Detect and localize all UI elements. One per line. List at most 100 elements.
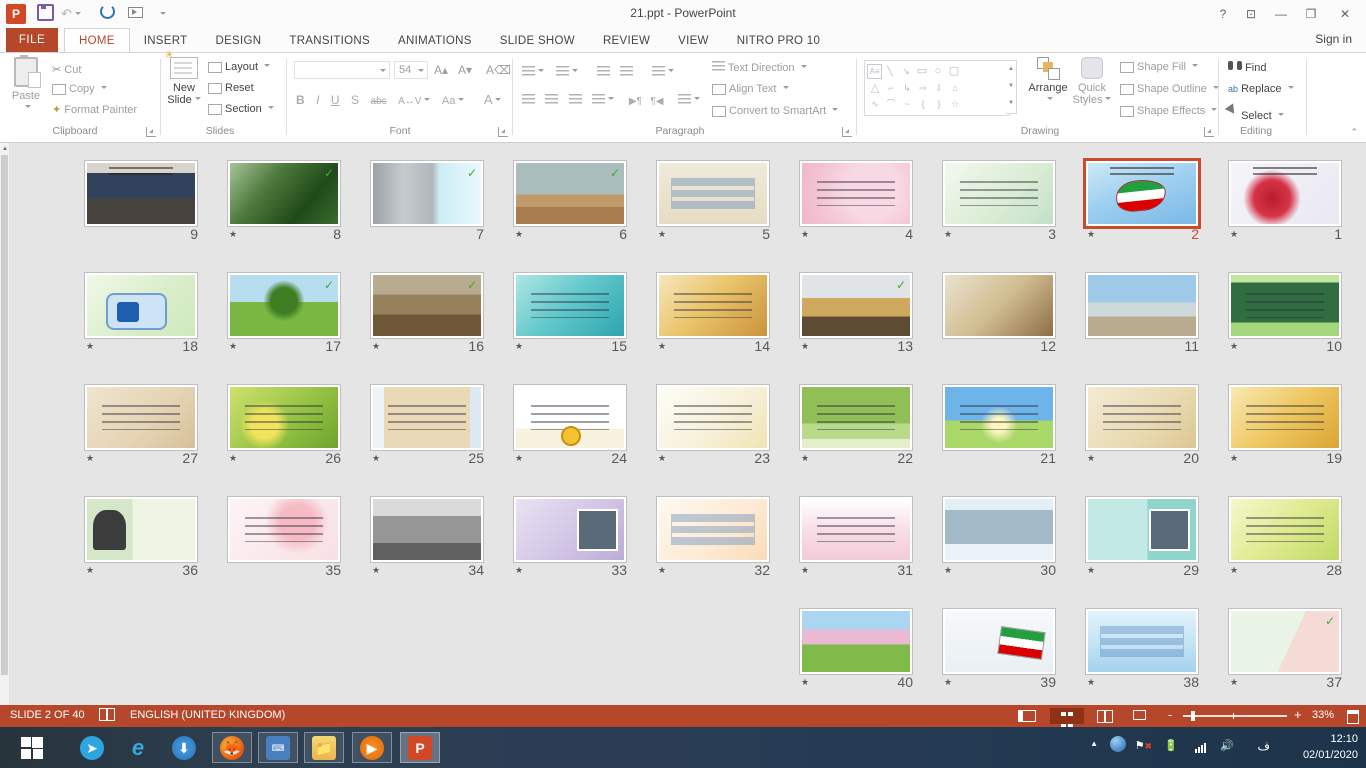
show-hidden-icons-button[interactable]: ▲: [1090, 739, 1098, 748]
right-brace-shape-icon[interactable]: }: [931, 98, 947, 111]
paste-button[interactable]: Paste: [8, 57, 44, 114]
slide-thumbnail-22[interactable]: [799, 384, 913, 451]
rounded-rectangle-shape-icon[interactable]: ▢: [946, 65, 962, 78]
slide-thumbnail-36[interactable]: [84, 496, 198, 563]
slide-thumbnail-27[interactable]: [84, 384, 198, 451]
animation-star-indicator[interactable]: ★: [1230, 229, 1238, 240]
animation-star-indicator[interactable]: ★: [1230, 565, 1238, 576]
animation-star-indicator[interactable]: ★: [658, 341, 666, 352]
fit-slide-to-window-button[interactable]: [1344, 708, 1362, 724]
minimize-button[interactable]: —: [1268, 4, 1294, 24]
slide-thumbnail-15[interactable]: [513, 272, 627, 339]
reset-button[interactable]: Reset: [208, 82, 254, 94]
slide-thumbnail-32[interactable]: [656, 496, 770, 563]
animation-star-indicator[interactable]: ★: [1230, 453, 1238, 464]
zoom-percentage[interactable]: 33%: [1312, 709, 1334, 721]
input-language-indicator[interactable]: ف: [1258, 739, 1270, 753]
pentagon-shape-icon[interactable]: ⌂: [947, 82, 963, 95]
animation-star-indicator[interactable]: ★: [801, 677, 809, 688]
shapes-gallery-scroll[interactable]: ▲▼▼: [1006, 60, 1017, 114]
tab-review[interactable]: REVIEW: [589, 29, 664, 53]
curve-shape-icon[interactable]: ~: [899, 98, 915, 111]
zoom-out-button[interactable]: -: [1168, 707, 1172, 722]
power-battery-icon[interactable]: 🔋: [1164, 739, 1178, 752]
animation-star-indicator[interactable]: ★: [801, 565, 809, 576]
action-center-flag-icon[interactable]: ⚑✖: [1135, 739, 1152, 752]
slide-thumbnail-12[interactable]: [942, 272, 1056, 339]
animation-star-indicator[interactable]: ★: [801, 229, 809, 240]
line-spacing-button[interactable]: [652, 66, 665, 76]
text-direction-button[interactable]: Text Direction: [712, 61, 807, 74]
animation-star-indicator[interactable]: ★: [372, 565, 380, 576]
taskbar-file-explorer[interactable]: 📁: [304, 732, 344, 763]
slide-thumbnail-2[interactable]: [1083, 158, 1201, 229]
animation-star-indicator[interactable]: ★: [515, 565, 523, 576]
spellcheck-icon[interactable]: [98, 708, 116, 724]
scrollbar-up-icon[interactable]: ▲: [1, 145, 9, 153]
taskbar-telegram[interactable]: ➤: [72, 732, 112, 763]
bold-button[interactable]: B: [296, 93, 305, 107]
tray-app-icon[interactable]: [1110, 736, 1126, 755]
italic-button[interactable]: I: [316, 93, 319, 107]
decrease-indent-button[interactable]: [597, 66, 610, 76]
paragraph-dialog-launcher[interactable]: [842, 127, 852, 137]
arrange-button[interactable]: Arrange: [1026, 57, 1070, 106]
slide-thumbnail-20[interactable]: [1085, 384, 1199, 451]
animation-star-indicator[interactable]: ★: [515, 453, 523, 464]
arrow-shape-icon[interactable]: ↘: [898, 65, 914, 78]
shape-outline-button[interactable]: Shape Outline: [1120, 83, 1219, 95]
animation-star-indicator[interactable]: ★: [801, 453, 809, 464]
tab-slide-show[interactable]: SLIDE SHOW: [486, 29, 589, 53]
animation-star-indicator[interactable]: ★: [944, 565, 952, 576]
slide-thumbnail-33[interactable]: [513, 496, 627, 563]
tab-file[interactable]: FILE: [6, 28, 58, 52]
layout-button[interactable]: Layout: [208, 61, 270, 73]
restore-button[interactable]: ❐: [1298, 4, 1324, 24]
animation-star-indicator[interactable]: ★: [86, 453, 94, 464]
numbering-button[interactable]: [556, 66, 569, 76]
shape-fill-button[interactable]: Shape Fill: [1120, 61, 1198, 73]
replace-button[interactable]: ab Replace: [1228, 83, 1294, 95]
quick-styles-button[interactable]: QuickStyles: [1072, 57, 1112, 106]
format-painter-button[interactable]: ✦ Format Painter: [52, 103, 137, 116]
new-slide-button[interactable]: NewSlide: [166, 57, 202, 106]
font-dialog-launcher[interactable]: [498, 127, 508, 137]
underline-button[interactable]: U: [331, 93, 340, 107]
grow-font-button[interactable]: A▴: [434, 63, 448, 77]
animation-star-indicator[interactable]: ★: [1087, 453, 1095, 464]
align-right-button[interactable]: [569, 94, 582, 104]
copy-button[interactable]: Copy: [52, 83, 107, 95]
line-shape-icon[interactable]: ╲: [882, 65, 898, 78]
taskbar-remote-keyboard[interactable]: ⌨: [258, 732, 298, 763]
strikethrough-button[interactable]: abc: [371, 96, 387, 107]
slide-thumbnail-19[interactable]: [1228, 384, 1342, 451]
rectangle-shape-icon[interactable]: ▭: [914, 65, 930, 78]
drawing-dialog-launcher[interactable]: [1204, 127, 1214, 137]
scribble-shape-icon[interactable]: ∿: [867, 98, 883, 111]
animation-star-indicator[interactable]: ★: [1087, 565, 1095, 576]
zoom-slider[interactable]: [1183, 715, 1287, 717]
animation-star-indicator[interactable]: ★: [515, 341, 523, 352]
slide-thumbnail-39[interactable]: [942, 608, 1056, 675]
animation-star-indicator[interactable]: ★: [1087, 229, 1095, 240]
animation-star-indicator[interactable]: ★: [944, 677, 952, 688]
slide-thumbnail-18[interactable]: [84, 272, 198, 339]
slide-thumbnail-37[interactable]: ✓: [1228, 608, 1342, 675]
animation-star-indicator[interactable]: ★: [229, 453, 237, 464]
slide-thumbnail-40[interactable]: [799, 608, 913, 675]
slide-thumbnail-8[interactable]: ✓: [227, 160, 341, 227]
find-button[interactable]: Find: [1228, 61, 1266, 74]
bullets-button[interactable]: [522, 66, 535, 76]
normal-view-button[interactable]: [1018, 708, 1036, 724]
slideshow-view-button[interactable]: [1130, 708, 1148, 724]
slide-thumbnail-24[interactable]: [513, 384, 627, 451]
down-arrow-shape-icon[interactable]: ⇩: [931, 82, 947, 95]
animation-star-indicator[interactable]: ★: [229, 341, 237, 352]
align-center-button[interactable]: [545, 94, 558, 104]
tab-transitions[interactable]: TRANSITIONS: [275, 29, 384, 53]
animation-star-indicator[interactable]: ★: [944, 229, 952, 240]
taskbar-powerpoint[interactable]: P: [400, 732, 440, 763]
help-button[interactable]: ?: [1210, 4, 1236, 24]
slide-thumbnail-13[interactable]: ✓: [799, 272, 913, 339]
select-button[interactable]: Select: [1228, 105, 1284, 122]
